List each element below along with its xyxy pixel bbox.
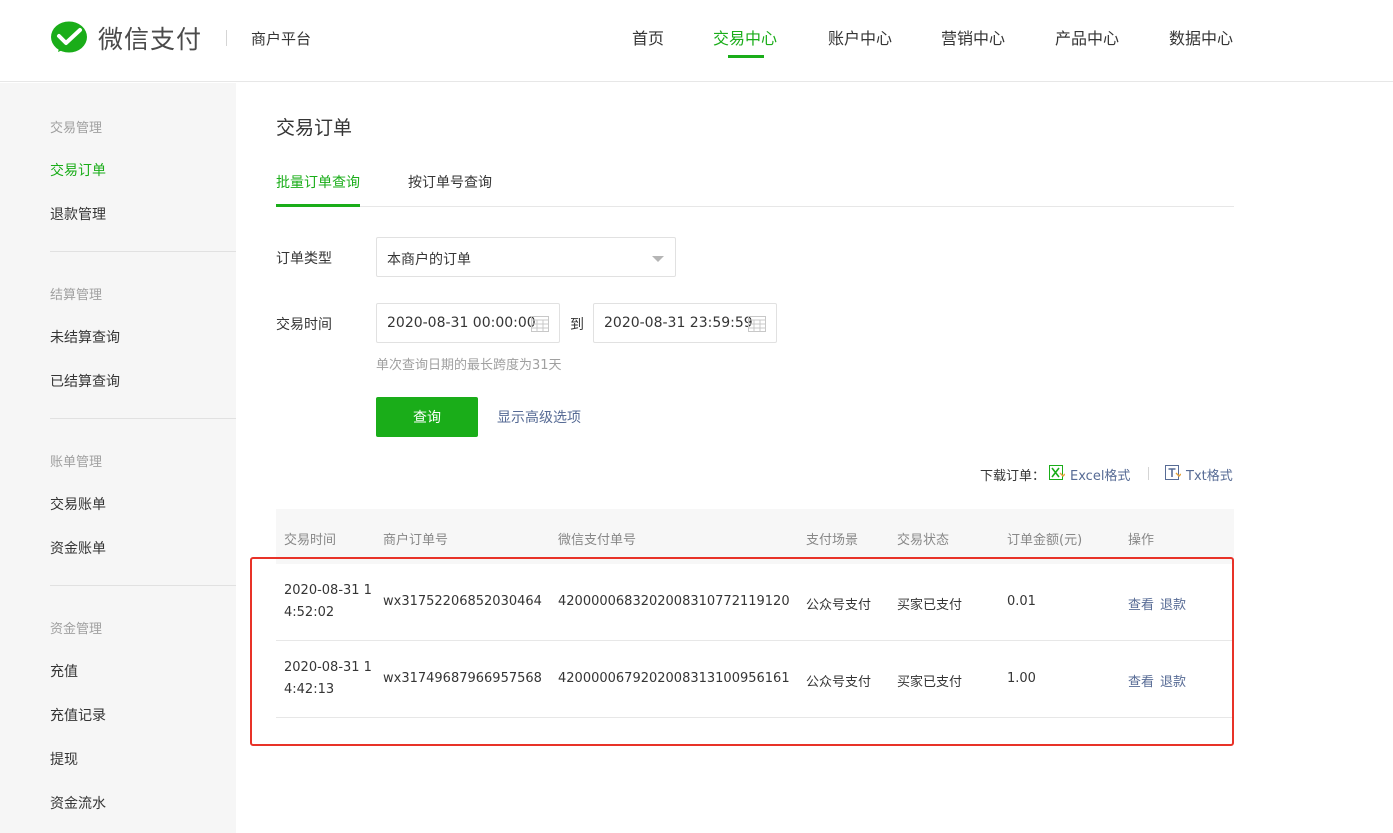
tab-batch-query[interactable]: 批量订单查询 — [276, 172, 360, 192]
date-range-hint: 单次查询日期的最长跨度为31天 — [376, 358, 562, 373]
chevron-down-icon — [652, 256, 664, 262]
top-bar: 微信支付 商户平台 首页 交易中心 账户中心 营销中心 产品中心 数据中心 — [0, 0, 1393, 82]
tab-active-indicator — [276, 204, 360, 207]
sidebar-item-unsettled[interactable]: 未结算查询 — [50, 327, 120, 347]
sidebar-item-settled[interactable]: 已结算查询 — [50, 371, 120, 391]
nav-item-home[interactable]: 首页 — [632, 25, 664, 49]
download-divider — [1148, 467, 1149, 480]
order-type-label: 订单类型 — [276, 251, 332, 267]
column-header-scene: 支付场景 — [806, 533, 859, 548]
sidebar-item-recharge-records[interactable]: 充值记录 — [50, 705, 106, 725]
sidebar-group-trade: 交易管理 — [50, 121, 103, 136]
nav-item-account-center[interactable]: 账户中心 — [828, 25, 892, 49]
sidebar-item-trade-orders[interactable]: 交易订单 — [50, 160, 106, 180]
sidebar-divider — [50, 251, 236, 252]
sidebar-item-fund-flow[interactable]: 资金流水 — [50, 793, 106, 813]
order-type-value: 本商户的订单 — [387, 252, 471, 268]
order-type-select[interactable]: 本商户的订单 — [376, 237, 676, 277]
download-txt-link[interactable]: Txt格式 — [1186, 465, 1233, 484]
sidebar-divider — [50, 585, 236, 586]
sidebar-item-recharge[interactable]: 充值 — [50, 661, 78, 681]
main-nav: 首页 交易中心 账户中心 营销中心 产品中心 数据中心 — [0, 25, 1393, 59]
sidebar-group-funds: 资金管理 — [50, 622, 103, 637]
column-header-time: 交易时间 — [284, 533, 337, 548]
calendar-icon — [748, 316, 766, 332]
sidebar-item-fund-bill[interactable]: 资金账单 — [50, 538, 106, 558]
sidebar-divider — [50, 418, 236, 419]
nav-item-product-center[interactable]: 产品中心 — [1055, 25, 1119, 49]
column-header-operation: 操作 — [1128, 533, 1155, 548]
tab-order-number-query[interactable]: 按订单号查询 — [408, 172, 492, 192]
nav-item-marketing-center[interactable]: 营销中心 — [941, 25, 1005, 49]
sidebar-group-settlement: 结算管理 — [50, 288, 103, 303]
download-excel-link[interactable]: Excel格式 — [1070, 465, 1130, 484]
sidebar-item-withdraw[interactable]: 提现 — [50, 749, 78, 769]
nav-item-data-center[interactable]: 数据中心 — [1169, 25, 1233, 49]
advanced-options-link[interactable]: 显示高级选项 — [497, 407, 581, 427]
end-time-input[interactable]: 2020-08-31 23:59:59 — [593, 303, 777, 343]
sidebar-item-trade-bill[interactable]: 交易账单 — [50, 494, 106, 514]
tab-bar: 批量订单查询 按订单号查询 — [276, 168, 1234, 207]
nav-item-trade-center[interactable]: 交易中心 — [713, 25, 777, 49]
trade-time-label: 交易时间 — [276, 317, 332, 333]
txt-file-icon — [1165, 465, 1181, 480]
column-header-status: 交易状态 — [897, 533, 950, 548]
start-time-value: 2020-08-31 00:00:00 — [387, 315, 536, 331]
excel-icon — [1049, 465, 1065, 480]
download-label: 下载订单： — [980, 469, 1046, 484]
column-header-amount: 订单金额(元) — [1007, 533, 1083, 548]
table-header: 交易时间 商户订单号 微信支付单号 支付场景 交易状态 订单金额(元) 操作 — [276, 509, 1234, 564]
sidebar: 交易管理 交易订单 退款管理 结算管理 未结算查询 已结算查询 账单管理 交易账… — [0, 83, 236, 833]
start-time-input[interactable]: 2020-08-31 00:00:00 — [376, 303, 560, 343]
calendar-icon — [531, 316, 549, 332]
nav-active-indicator — [728, 55, 764, 58]
sidebar-group-bills: 账单管理 — [50, 455, 103, 470]
column-header-merchant-order: 商户订单号 — [383, 533, 449, 548]
sidebar-item-refund[interactable]: 退款管理 — [50, 204, 106, 224]
column-header-wechat-order: 微信支付单号 — [558, 533, 637, 548]
to-label: 到 — [570, 317, 584, 333]
query-button[interactable]: 查询 — [376, 397, 478, 437]
page-title: 交易订单 — [276, 117, 353, 139]
highlight-box — [250, 557, 1234, 746]
end-time-value: 2020-08-31 23:59:59 — [604, 315, 753, 331]
